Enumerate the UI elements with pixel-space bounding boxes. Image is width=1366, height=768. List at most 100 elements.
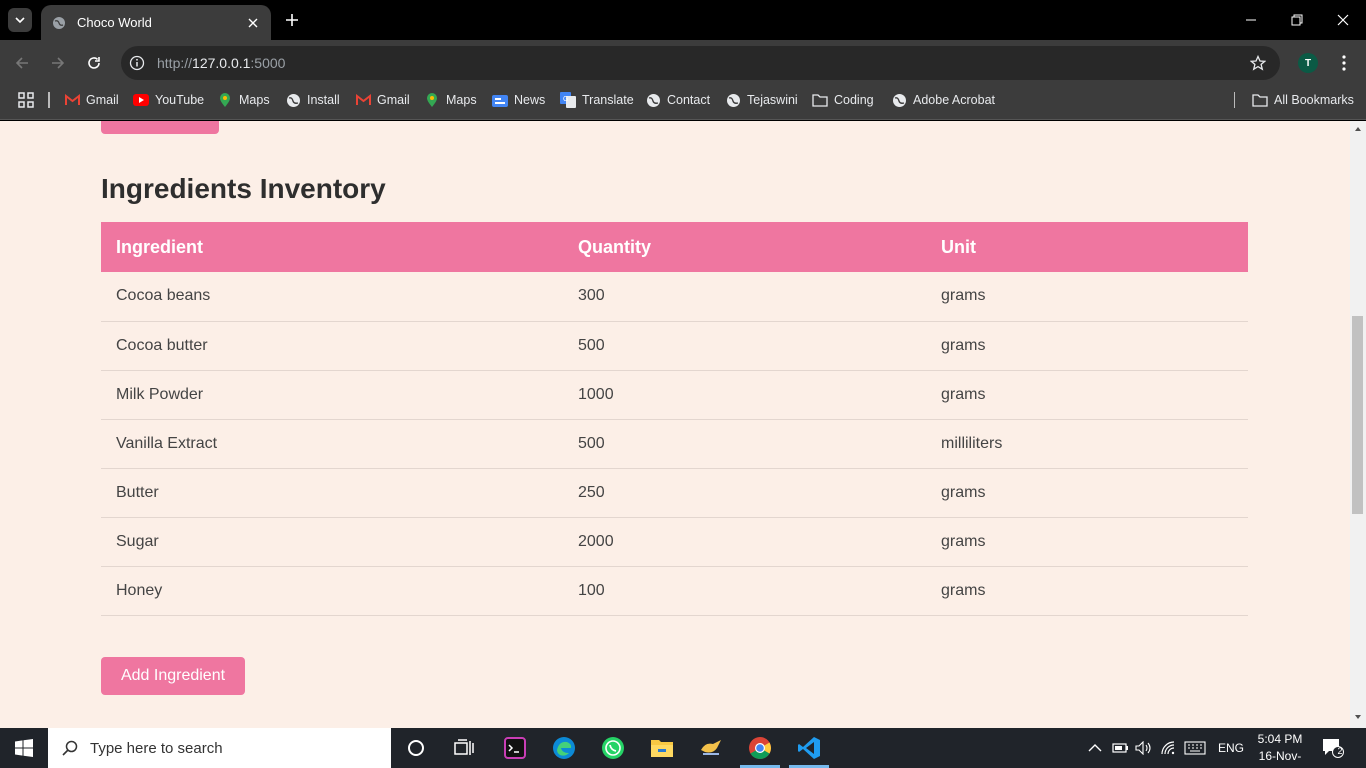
taskbar-terminal-app[interactable] (500, 733, 530, 763)
globe-icon (51, 15, 67, 31)
taskbar-search[interactable]: Type here to search (48, 728, 391, 768)
show-hidden-icons-button[interactable] (1088, 740, 1102, 756)
bookmark-contact[interactable]: Contact (645, 92, 710, 108)
close-tab-icon[interactable] (245, 15, 261, 31)
bookmark-tejaswini[interactable]: Tejaswini (725, 92, 798, 108)
browser-tab[interactable]: Choco World (41, 5, 271, 40)
ingredients-table: Ingredient Quantity Unit Cocoa beans 300… (101, 222, 1248, 616)
unit-cell: grams (926, 468, 1248, 518)
globe-icon (891, 92, 907, 108)
folder-icon (812, 92, 828, 108)
bookmark-translate[interactable]: G Translate (560, 92, 634, 108)
bookmark-install[interactable]: Install (285, 92, 340, 108)
taskbar-edge-app[interactable] (549, 733, 579, 763)
bookmark-gmail[interactable]: Gmail (64, 92, 119, 108)
bookmark-label: Contact (667, 93, 711, 107)
bookmark-label: Adobe Acrobat (913, 93, 996, 107)
taskbar-whatsapp-app[interactable] (598, 733, 628, 763)
news-icon (492, 92, 508, 108)
taskbar-file-explorer-app[interactable] (647, 733, 677, 763)
scrollbar-thumb[interactable] (1352, 316, 1363, 514)
input-language[interactable]: ENG (1218, 740, 1244, 756)
close-window-button[interactable] (1320, 0, 1366, 40)
bookmarks-divider (1234, 92, 1235, 108)
quantity-cell: 1000 (563, 370, 926, 420)
bookmark-adobe-acrobat[interactable]: Adobe Acrobat (891, 92, 995, 108)
bookmark-youtube[interactable]: YouTube (133, 92, 204, 108)
svg-text:G: G (563, 96, 568, 103)
all-bookmarks-label: All Bookmarks (1274, 93, 1354, 107)
notification-count: 2 (1337, 746, 1343, 756)
back-button[interactable] (9, 50, 35, 76)
tab-search-button[interactable] (8, 8, 32, 32)
taskbar-vscode-app[interactable] (794, 733, 824, 763)
bookmark-news[interactable]: News (492, 92, 545, 108)
taskbar-chrome-app[interactable] (745, 733, 775, 763)
url-prefix: http:// (157, 55, 193, 71)
more-vert-icon (1342, 55, 1346, 71)
previous-section-button[interactable] (101, 121, 219, 134)
unit-cell: grams (926, 370, 1248, 420)
globe-icon (725, 92, 741, 108)
taskbar-clock[interactable]: 5:04 PM 16-Nov-24 (1252, 731, 1308, 768)
bookmark-coding-folder[interactable]: Coding (812, 92, 874, 108)
url-text[interactable]: http://127.0.0.1:5000 (157, 55, 285, 71)
site-info-button[interactable] (127, 53, 147, 73)
quantity-cell: 2000 (563, 517, 926, 567)
task-view-button[interactable] (449, 733, 479, 763)
minimize-button[interactable] (1228, 0, 1274, 40)
start-button[interactable] (0, 728, 48, 768)
gmail-icon (64, 92, 80, 108)
folder-icon (1252, 92, 1268, 108)
browser-menu-button[interactable] (1334, 53, 1354, 73)
bookmark-label: News (514, 93, 546, 107)
ingredient-cell: Sugar (101, 517, 563, 567)
unit-cell: grams (926, 272, 1248, 322)
quantity-cell: 250 (563, 468, 926, 518)
clock-date: 16-Nov-24 (1258, 749, 1302, 768)
bookmark-label: Gmail (377, 93, 410, 107)
bookmark-star-button[interactable] (1248, 53, 1268, 73)
maps-icon (217, 92, 233, 108)
scroll-down-arrow-icon[interactable] (1353, 712, 1363, 722)
unit-cell: grams (926, 517, 1248, 567)
ingredient-cell: Honey (101, 566, 563, 616)
profile-avatar[interactable]: T (1298, 53, 1318, 73)
forward-button[interactable] (45, 50, 71, 76)
restore-button[interactable] (1274, 0, 1320, 40)
touch-keyboard-button[interactable] (1184, 740, 1206, 756)
plus-icon (286, 14, 298, 26)
close-icon (1337, 14, 1349, 26)
reload-button[interactable] (81, 50, 107, 76)
maps-icon (424, 92, 440, 108)
address-bar[interactable] (121, 46, 1280, 80)
volume-control[interactable] (1135, 740, 1153, 756)
unit-cell: grams (926, 566, 1248, 616)
bookmark-maps[interactable]: Maps (217, 92, 270, 108)
bookmark-label: Maps (446, 93, 477, 107)
scroll-up-arrow-icon[interactable] (1353, 124, 1363, 134)
bookmark-maps-2[interactable]: Maps (424, 92, 477, 108)
translate-icon: G (560, 92, 576, 108)
bookmark-label: Gmail (86, 93, 119, 107)
star-icon (1250, 55, 1266, 71)
page-viewport: Ingredients Inventory Ingredient Quantit… (0, 121, 1350, 728)
terminal-icon (504, 737, 526, 759)
taskbar-pinned-app[interactable] (696, 733, 726, 763)
wifi-icon (1161, 741, 1175, 755)
globe-icon (285, 92, 301, 108)
gmail-icon (355, 92, 371, 108)
bookmark-label: YouTube (155, 93, 205, 107)
table-row: Vanilla Extract 500 milliliters (101, 419, 1248, 469)
url-host: 127.0.0.1 (192, 55, 251, 71)
keyboard-icon (1184, 741, 1206, 755)
battery-status[interactable] (1112, 740, 1130, 756)
all-bookmarks-button[interactable]: All Bookmarks (1252, 92, 1354, 108)
column-header-ingredient: Ingredient (101, 222, 563, 272)
network-status[interactable] (1160, 740, 1178, 756)
bookmark-gmail-2[interactable]: Gmail (355, 92, 410, 108)
apps-grid-icon[interactable] (18, 92, 34, 108)
add-ingredient-button[interactable]: Add Ingredient (101, 657, 245, 695)
cortana-button[interactable] (401, 733, 431, 763)
new-tab-button[interactable] (282, 10, 302, 30)
